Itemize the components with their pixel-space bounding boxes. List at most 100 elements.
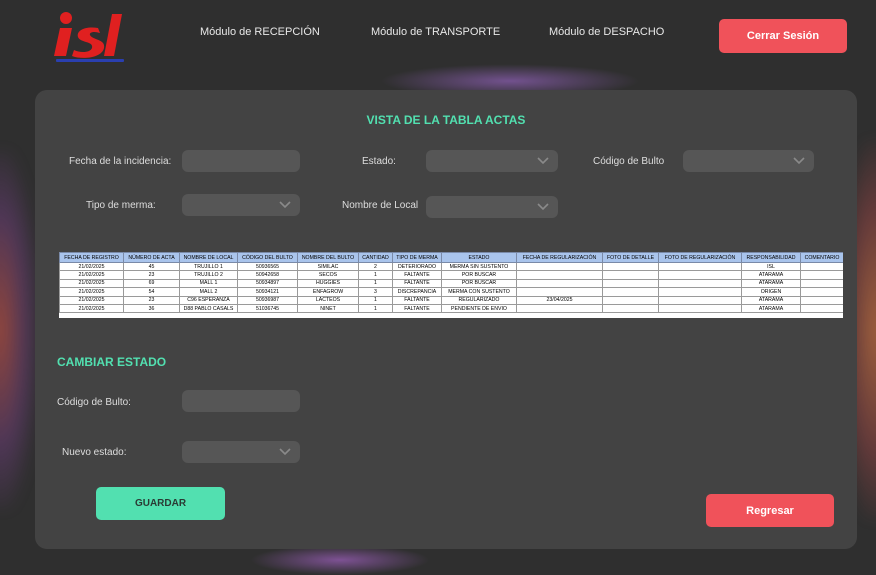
table-cell: 2 <box>358 261 393 272</box>
table-cell <box>800 261 843 272</box>
table-cell: 1 <box>358 270 393 280</box>
codigo-bulto-field[interactable] <box>182 390 300 412</box>
table-cell <box>602 295 659 305</box>
estado-select[interactable] <box>426 150 558 172</box>
codigo-bulto-select[interactable] <box>683 150 814 172</box>
table-cell <box>516 261 603 272</box>
tipo-merma-label: Tipo de merma: <box>86 200 156 211</box>
table-cell <box>516 278 603 289</box>
table-cell <box>800 278 843 289</box>
table-cell: 45 <box>123 261 180 272</box>
table-header-cell: NÚMERO DE ACTA <box>123 252 180 263</box>
estado-label: Estado: <box>362 156 396 167</box>
logo-wordmark: isl <box>46 8 48 9</box>
table-cell <box>658 295 742 305</box>
table-cell <box>800 295 843 305</box>
table-header-cell: FECHA DE REGULARIZACIÓN <box>516 252 603 263</box>
table-row[interactable]: 21/02/2025 54 MALL 2 50934121 ENFAGROW 3 DISCR… <box>59 287 843 297</box>
main-card: VISTA DE LA TABLA ACTAS Fecha de la inci… <box>35 90 857 549</box>
table-cell: ATARAMA <box>741 278 801 289</box>
table-cell: 54 <box>123 287 180 297</box>
table-cell: 69 <box>123 278 180 289</box>
nuevo-estado-select[interactable] <box>182 441 300 463</box>
table-cell: FALTANTE <box>392 303 442 314</box>
table-header-cell: NOMBRE DEL BULTO <box>297 252 359 263</box>
table-cell: TRUJILLO 2 <box>179 270 238 280</box>
table-cell: 23 <box>123 295 180 305</box>
table-row[interactable]: 21/02/2025 36 D88 PABLO CASALS 51036745 NINE… <box>59 303 843 314</box>
table-cell: 50934897 <box>237 278 298 289</box>
table-cell: ATARAMA <box>741 270 801 280</box>
nav-recepcion[interactable]: Módulo de RECEPCIÓN <box>200 26 320 38</box>
fecha-incidencia-label: Fecha de la incidencia: <box>69 156 172 167</box>
table-cell: SECOS <box>297 270 359 280</box>
table-header-cell: COMENTARIO <box>800 252 843 263</box>
table-cell: C96 ESPERANZA <box>179 295 238 305</box>
table-cell: 50942658 <box>237 270 298 280</box>
fecha-incidencia-input[interactable] <box>182 150 300 172</box>
table-cell: 23 <box>123 270 180 280</box>
chevron-down-icon <box>279 201 291 209</box>
table-cell <box>602 278 659 289</box>
actas-table: FECHA DE REGISTRO NÚMERO DE ACTA NOMBRE DE… <box>59 252 843 314</box>
table-row[interactable]: 21/02/2025 23 C96 ESPERANZA 50936987 LACTEOS… <box>59 295 843 305</box>
table-cell: D88 PABLO CASALS <box>179 303 238 314</box>
table-cell: FALTANTE <box>392 278 442 289</box>
table-header-cell: CANTIDAD <box>358 252 393 263</box>
nav-transporte[interactable]: Módulo de TRANSPORTE <box>371 26 500 38</box>
table-cell: 21/02/2025 <box>59 270 124 280</box>
table-cell: 1 <box>358 295 393 305</box>
table-cell <box>658 261 742 272</box>
actas-table-container: FECHA DE REGISTRO NÚMERO DE ACTA NOMBRE DE… <box>59 252 843 318</box>
table-row[interactable]: 21/02/2025 69 MALL 1 50934897 HUGGIES 1 FALTAN… <box>59 278 843 289</box>
table-cell <box>658 303 742 314</box>
table-cell <box>516 270 603 280</box>
back-button[interactable]: Regresar <box>706 494 834 527</box>
table-cell: MALL 2 <box>179 287 238 297</box>
table-cell: NINET <box>297 303 359 314</box>
table-header-cell: FOTO DE DETALLE <box>602 252 659 263</box>
cambiar-estado-title: CAMBIAR ESTADO <box>57 355 167 369</box>
table-cell <box>602 303 659 314</box>
table-header-cell: ESTADO <box>441 252 517 263</box>
isl-logo: isl <box>46 8 124 62</box>
save-button[interactable]: GUARDAR <box>96 487 225 520</box>
tipo-merma-select[interactable] <box>182 194 300 216</box>
table-header-cell: RESPONSABILIDAD <box>741 252 801 263</box>
chevron-down-icon <box>537 157 549 165</box>
table-cell: MERMA CON SUSTENTO <box>441 287 517 297</box>
table-row[interactable]: 21/02/2025 45 TRUJILLO 1 50936565 SIMILAC 2 DE… <box>59 261 843 272</box>
table-cell: ATARAMA <box>741 303 801 314</box>
table-cell: POR BUSCAR <box>441 270 517 280</box>
nombre-local-label: Nombre de Local <box>342 200 419 211</box>
table-header-cell: FOTO DE REGULARIZACIÓN <box>658 252 742 263</box>
table-cell: ORIGEN <box>741 287 801 297</box>
logout-button[interactable]: Cerrar Sesión <box>719 19 847 53</box>
table-cell: MALL 1 <box>179 278 238 289</box>
table-cell <box>658 278 742 289</box>
table-header-cell: TIPO DE MERMA <box>392 252 442 263</box>
table-cell: 1 <box>358 303 393 314</box>
table-cell: 50936565 <box>237 261 298 272</box>
table-cell: 51036745 <box>237 303 298 314</box>
table-cell: 36 <box>123 303 180 314</box>
nav-despacho[interactable]: Módulo de DESPACHO <box>549 26 664 38</box>
table-cell <box>516 303 603 314</box>
nombre-local-select[interactable] <box>426 196 558 218</box>
table-cell: 21/02/2025 <box>59 287 124 297</box>
table-cell: 50934121 <box>237 287 298 297</box>
table-cell: ISL <box>741 261 801 272</box>
table-cell: ENFAGROW <box>297 287 359 297</box>
table-cell <box>516 287 603 297</box>
page-title: VISTA DE LA TABLA ACTAS <box>366 113 526 127</box>
table-cell: 1 <box>358 278 393 289</box>
table-cell: DISCREPANCIA <box>392 287 442 297</box>
table-cell: MERMA SIN SUSTENTO <box>441 261 517 272</box>
table-cell: 23/04/2025 <box>516 295 603 305</box>
table-cell <box>658 270 742 280</box>
table-header-cell: NOMBRE DE LOCAL <box>179 252 238 263</box>
table-row[interactable]: 21/02/2025 23 TRUJILLO 2 50942658 SECOS 1 FALT… <box>59 270 843 280</box>
table-cell: REGULARIZADO <box>441 295 517 305</box>
table-cell: 21/02/2025 <box>59 303 124 314</box>
codigo-bulto-label: Código de Bulto <box>593 156 665 167</box>
